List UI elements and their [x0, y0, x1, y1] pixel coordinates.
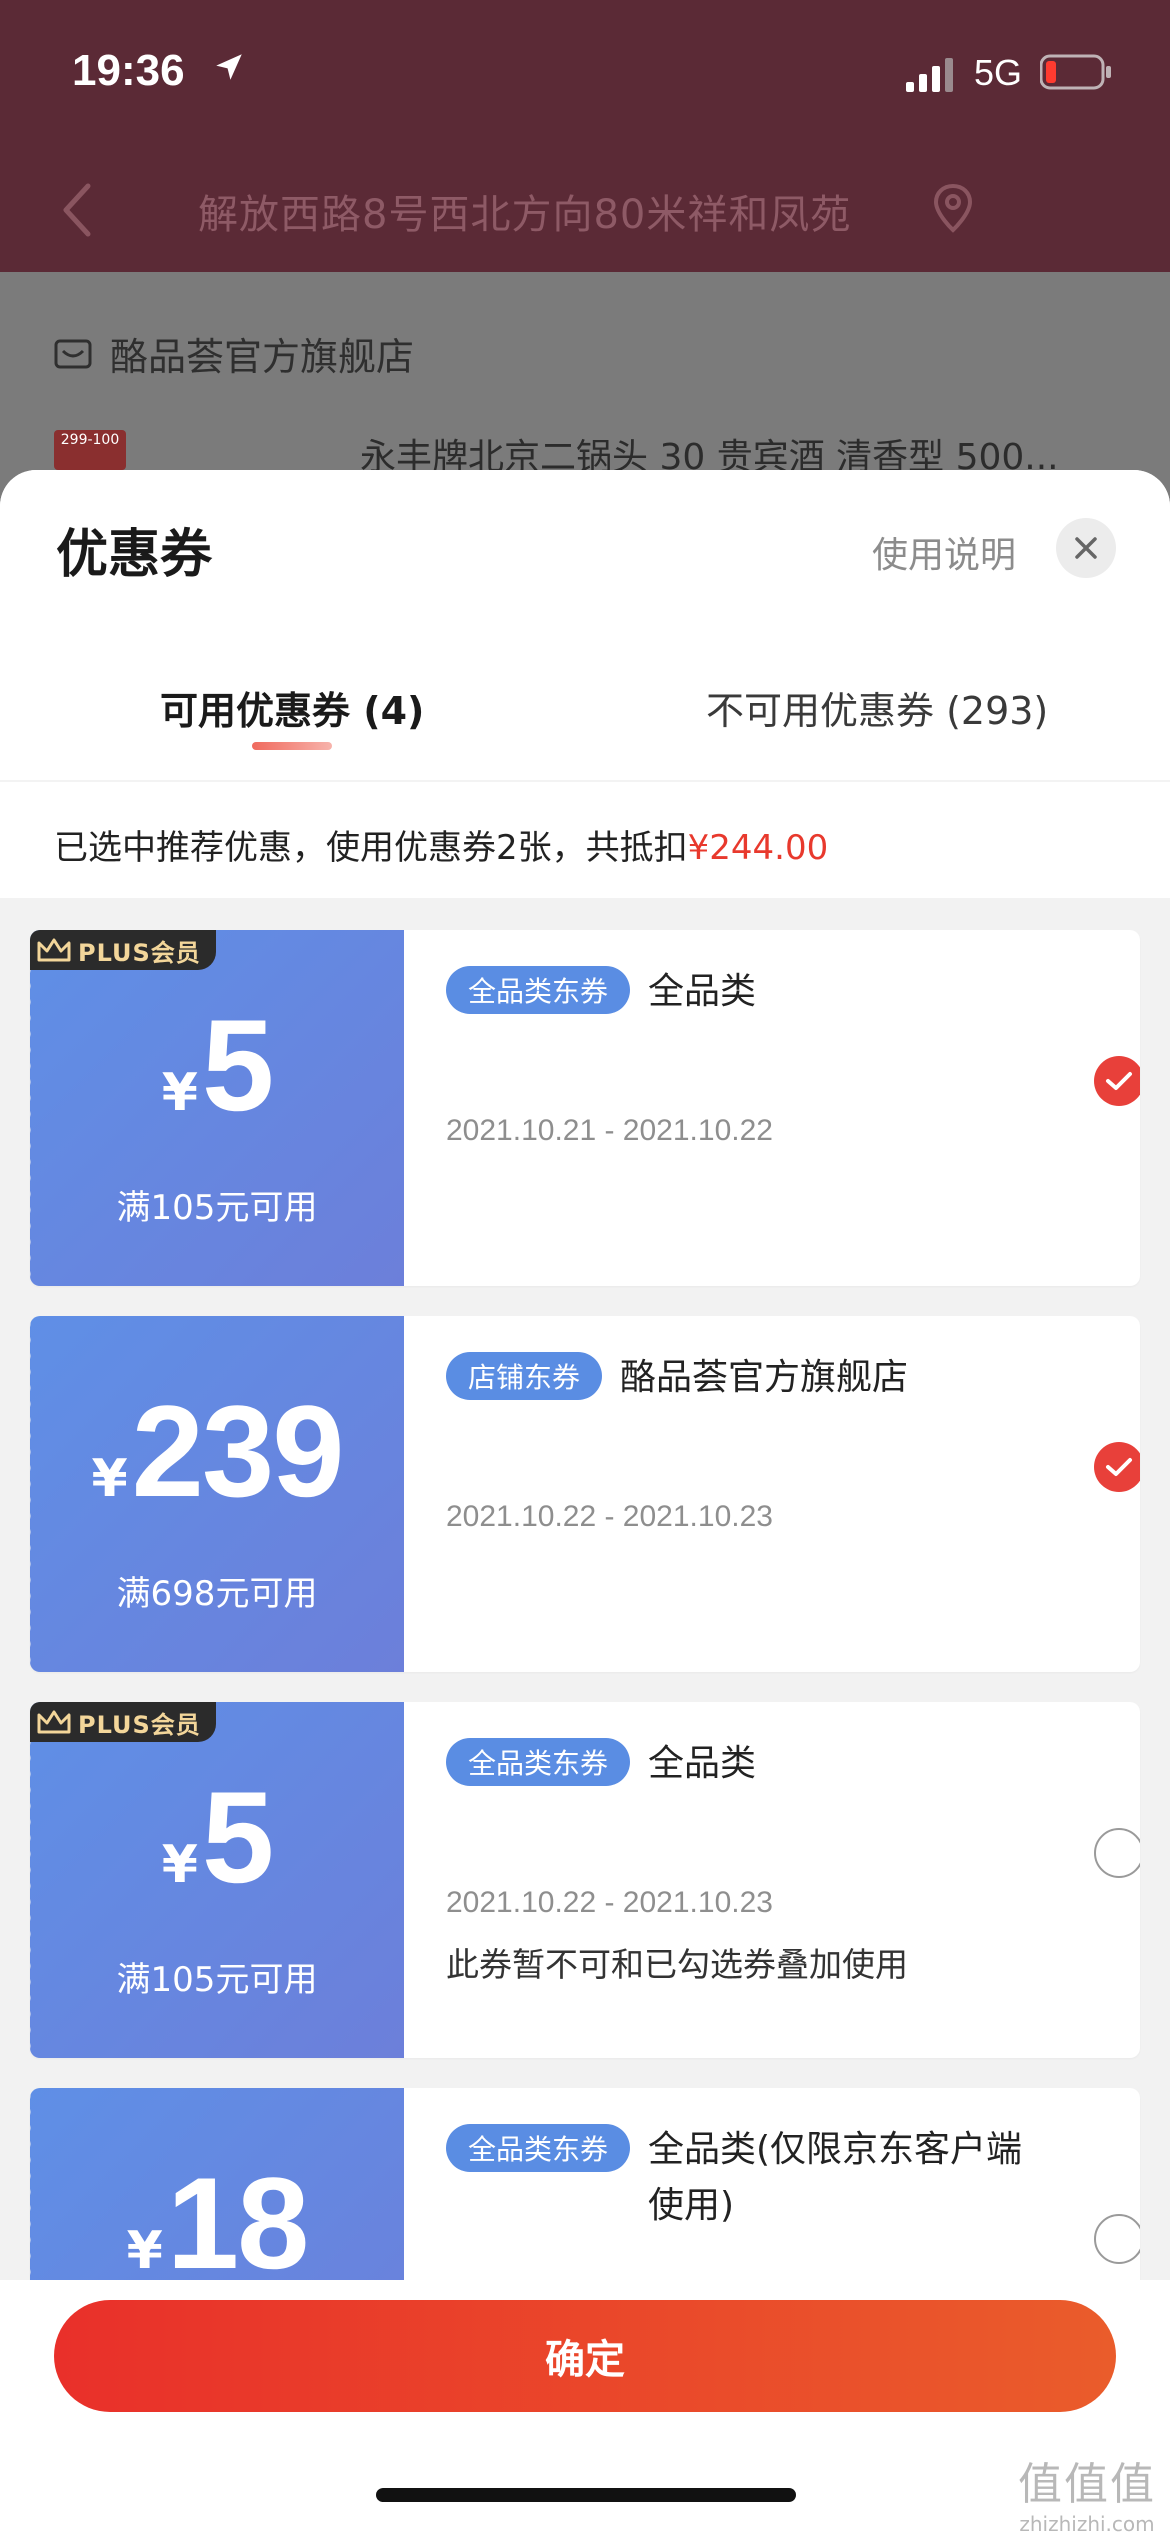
- coupon-threshold: 满105元可用: [116, 1960, 318, 2000]
- coupon-sheet: 优惠券 使用说明 可用优惠券 (4) 不可用优惠券 (293) 已选中推荐优惠，…: [0, 470, 1170, 2532]
- coupon-tag-row: 全品类东券 全品类: [446, 1736, 1046, 1792]
- coupon-value-panel: PLUS会员 ¥5 满105元可用: [30, 1702, 404, 2058]
- crown-icon: [37, 938, 71, 962]
- summary-prefix: 已选中推荐优惠，使用优惠券2张，共抵扣: [54, 828, 688, 868]
- sheet-header: 优惠券 使用说明 可用优惠券 (4) 不可用优惠券 (293): [0, 470, 1170, 780]
- coupon-card[interactable]: ¥239 满698元可用 店铺东券 酪品荟官方旗舰店 2021.10.22 - …: [30, 1316, 1140, 1672]
- status-time: 19:36: [72, 46, 185, 95]
- amount-value: 239: [131, 1378, 345, 1524]
- back-icon[interactable]: [58, 180, 98, 240]
- coupon-amount: ¥239: [30, 1376, 404, 1526]
- coupon-checkbox-selected[interactable]: [1094, 1056, 1140, 1106]
- confirm-button[interactable]: 确定: [54, 2300, 1116, 2412]
- map-pin-icon: [933, 183, 973, 233]
- coupon-scope: 全品类: [648, 971, 757, 1012]
- coupon-card[interactable]: PLUS会员 ¥5 满105元可用 全品类东券 全品类 2021.10.22 -…: [30, 1702, 1140, 2058]
- product-thumbnail: 299-100: [54, 430, 126, 470]
- watermark: 值值值 zhizhizhi.com: [1018, 2448, 1156, 2532]
- coupon-date-range: 2021.10.22 - 2021.10.23: [446, 1500, 773, 1533]
- coupon-amount: ¥18: [30, 2148, 404, 2298]
- summary-text: 已选中推荐优惠，使用优惠券2张，共抵扣¥244.00: [54, 820, 828, 869]
- coupon-threshold: 满105元可用: [116, 1188, 318, 1228]
- check-icon: [1106, 1072, 1132, 1090]
- coupon-details: 全品类东券 全品类 2021.10.21 - 2021.10.22: [404, 930, 1140, 1286]
- currency-symbol: ¥: [91, 1449, 128, 1509]
- currency-symbol: ¥: [161, 1835, 198, 1895]
- plus-member-badge: PLUS会员: [30, 1702, 216, 1742]
- coupon-checkbox[interactable]: [1094, 2214, 1140, 2264]
- address-text[interactable]: 解放西路8号西北方向80米祥和凤苑: [198, 182, 851, 240]
- usage-instructions-link[interactable]: 使用说明: [872, 526, 1016, 578]
- coupon-tag-row: 全品类东券 全品类(仅限京东客户端使用): [446, 2122, 1046, 2234]
- coupon-value-panel: ¥239 满698元可用: [30, 1316, 404, 1672]
- coupon-tag-row: 全品类东券 全品类: [446, 964, 1046, 1020]
- tab-underline: [252, 742, 332, 750]
- coupon-scope: 酪品荟官方旗舰店: [620, 1357, 909, 1398]
- coupon-amount: ¥5: [30, 1762, 404, 1912]
- coupon-type-tag: 全品类东券: [446, 966, 631, 1014]
- status-bar: 19:36 5G: [0, 0, 1170, 150]
- product-badge: 299-100: [60, 432, 120, 448]
- battery-icon: [1040, 54, 1111, 90]
- coupon-scope: 全品类(仅限京东客户端使用): [648, 2129, 1023, 2226]
- watermark-glyphs: 值值值: [1018, 2459, 1156, 2510]
- shop-name: 酪品荟官方旗舰店: [110, 335, 415, 379]
- plus-badge-label: PLUS会员: [78, 938, 201, 967]
- coupon-threshold: 满698元可用: [116, 1574, 318, 1614]
- coupon-checkbox[interactable]: [1094, 1828, 1140, 1878]
- watermark-domain: zhizhizhi.com: [1019, 2512, 1155, 2532]
- network-label: 5G: [974, 52, 1023, 93]
- plus-badge-label: PLUS会员: [78, 1710, 201, 1739]
- amount-value: 18: [166, 2150, 310, 2296]
- amount-value: 5: [201, 992, 274, 1138]
- address-bar: 解放西路8号西北方向80米祥和凤苑: [0, 160, 1170, 260]
- location-arrow-icon: [216, 54, 242, 80]
- coupon-card[interactable]: PLUS会员 ¥5 满105元可用 全品类东券 全品类 2021.10.21 -…: [30, 930, 1140, 1286]
- currency-symbol: ¥: [161, 1063, 198, 1123]
- check-icon: [1106, 1458, 1132, 1476]
- home-indicator: [376, 2488, 796, 2502]
- currency-symbol: ¥: [126, 2221, 163, 2281]
- shop-row: 酪品荟官方旗舰店: [54, 326, 414, 381]
- coupon-date-range: 2021.10.22 - 2021.10.23: [446, 1886, 773, 1919]
- bottom-bar: 确定: [0, 2280, 1170, 2532]
- tab-unavailable[interactable]: 不可用优惠券 (293): [706, 680, 1048, 735]
- shop-icon: [54, 339, 92, 368]
- signal-icon: [906, 58, 953, 92]
- close-icon: [1075, 537, 1097, 559]
- coupon-details: 店铺东券 酪品荟官方旗舰店 2021.10.22 - 2021.10.23: [404, 1316, 1140, 1672]
- crown-icon: [37, 1710, 71, 1734]
- coupon-stack-note: 此券暂不可和已勾选券叠加使用: [446, 1945, 908, 1984]
- plus-member-badge: PLUS会员: [30, 930, 216, 970]
- coupon-type-tag: 全品类东券: [446, 1738, 631, 1786]
- coupon-details: 全品类东券 全品类 2021.10.22 - 2021.10.23 此券暂不可和…: [404, 1702, 1140, 2058]
- sheet-title: 优惠券: [56, 525, 213, 585]
- coupon-checkbox-selected[interactable]: [1094, 1442, 1140, 1492]
- selection-summary: 已选中推荐优惠，使用优惠券2张，共抵扣¥244.00: [0, 780, 1170, 898]
- coupon-scope: 全品类: [648, 1743, 757, 1784]
- summary-amount: ¥244.00: [687, 828, 829, 868]
- coupon-value-panel: PLUS会员 ¥5 满105元可用: [30, 930, 404, 1286]
- coupon-amount: ¥5: [30, 990, 404, 1140]
- coupon-type-tag: 全品类东券: [446, 2124, 631, 2172]
- coupon-type-tag: 店铺东券: [446, 1352, 603, 1400]
- amount-value: 5: [201, 1764, 274, 1910]
- coupon-date-range: 2021.10.21 - 2021.10.22: [446, 1114, 773, 1147]
- coupon-tag-row: 店铺东券 酪品荟官方旗舰店: [446, 1350, 1046, 1406]
- close-button[interactable]: [1056, 518, 1116, 578]
- tab-available[interactable]: 可用优惠券 (4): [160, 680, 424, 735]
